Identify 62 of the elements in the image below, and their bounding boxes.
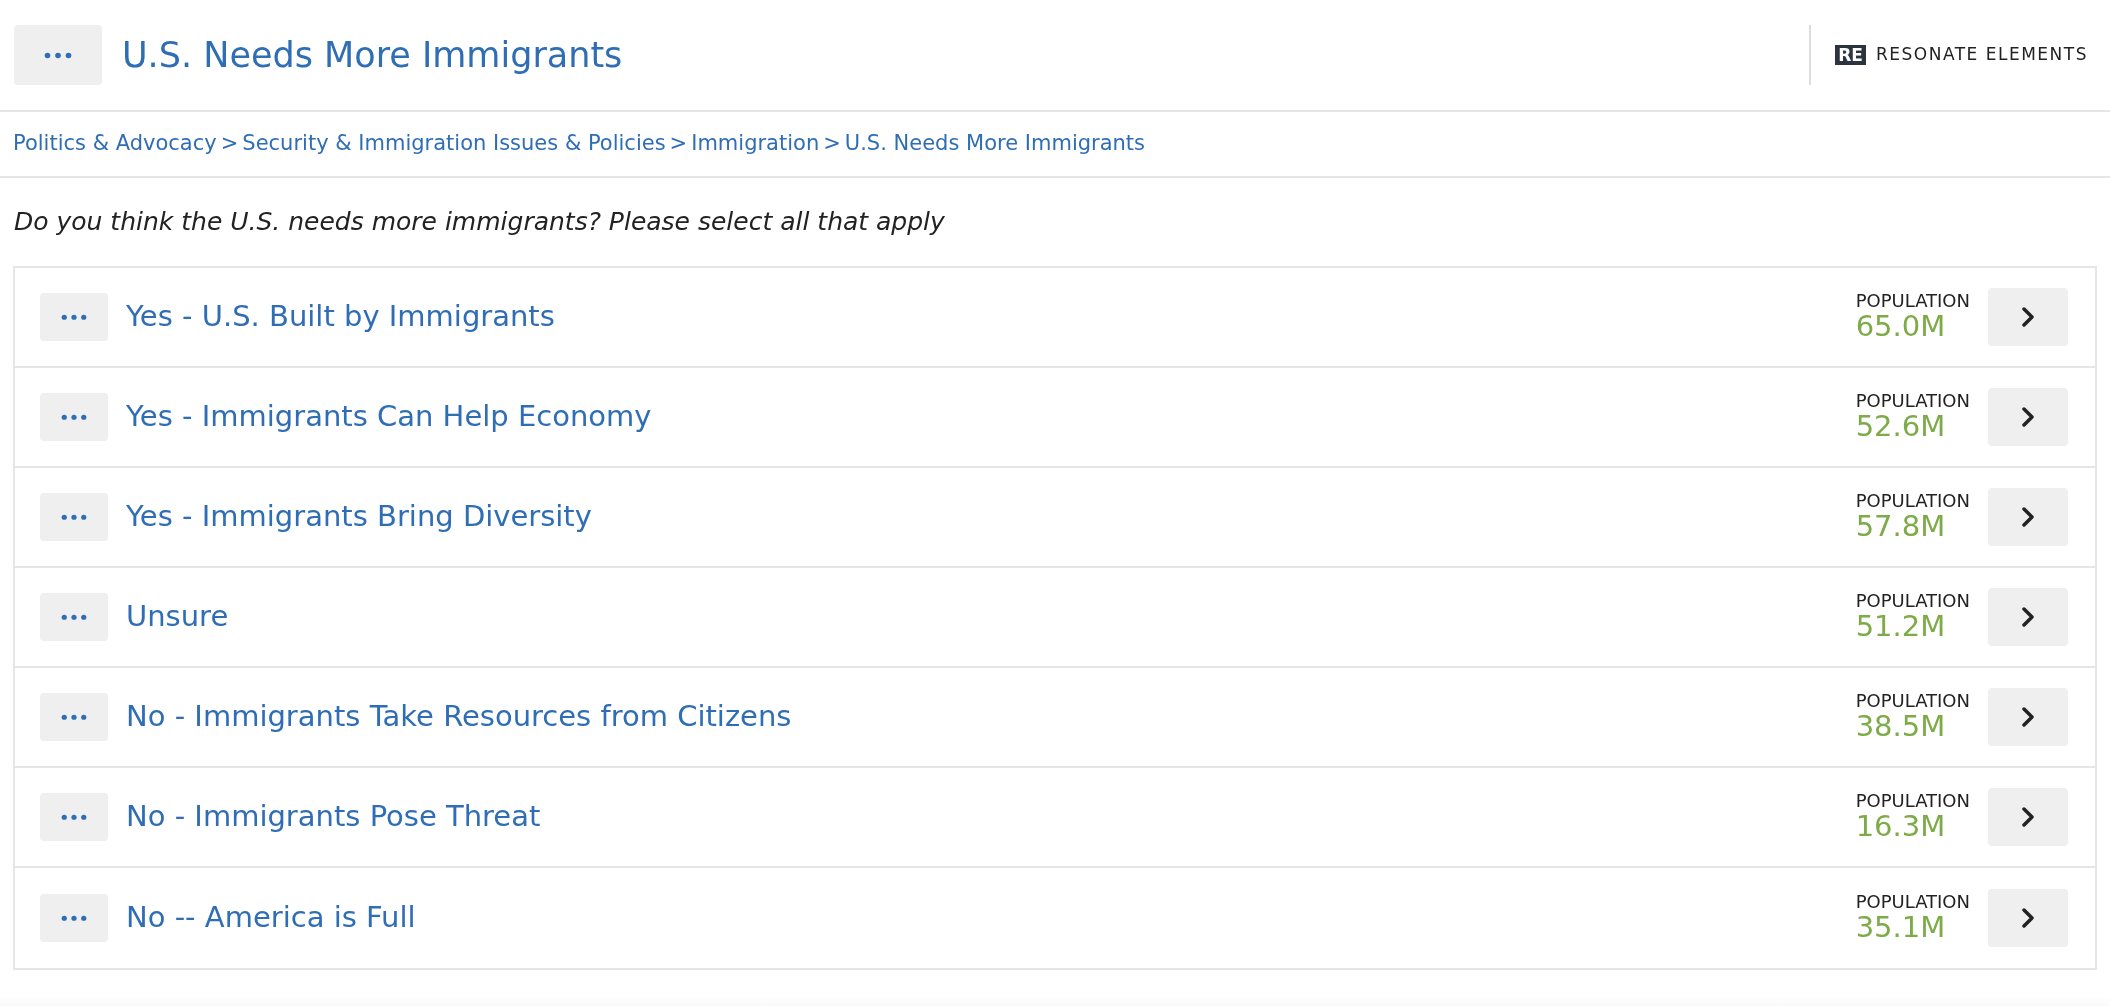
open-button[interactable] [1988,288,2068,346]
chevron-right-icon [2021,706,2035,728]
stat-value: 65.0M [1855,310,1947,343]
logo-mark: RE [1835,44,1866,66]
answer-link[interactable]: No -- America is Full [126,896,1856,940]
open-button[interactable] [1988,889,2068,947]
open-button[interactable] [1988,588,2068,646]
stat-label: POPULATION [1855,892,1970,912]
open-button[interactable] [1988,488,2068,546]
answer-link[interactable]: Yes - U.S. Built by Immigrants [126,295,1856,339]
more-icon [61,713,87,721]
breadcrumb-separator: > [220,130,239,158]
more-button[interactable] [40,293,108,341]
stat-value: 38.5M [1855,710,1947,743]
chevron-right-icon [2021,907,2035,929]
more-button[interactable] [40,393,108,441]
question-text: Do you think the U.S. needs more immigrants? Please select all that apply [14,206,945,239]
chevron-right-icon [2021,306,2035,328]
more-icon [61,413,87,421]
open-button[interactable] [1988,388,2068,446]
breadcrumb-separator: > [823,130,841,158]
stat-value: 35.1M [1855,911,1947,944]
answer-link[interactable]: Yes - Immigrants Can Help Economy [126,395,1856,439]
breadcrumb-separator: > [669,130,688,158]
stat-value: 51.2M [1855,610,1947,643]
open-button[interactable] [1988,688,2068,746]
more-icon [61,813,87,821]
chevron-right-icon [2021,406,2035,428]
more-icon [61,513,87,521]
answer-link[interactable]: Yes - Immigrants Bring Diversity [126,495,1856,539]
answer-link[interactable]: No - Immigrants Take Resources from Citizens [126,695,1856,739]
stat-label: POPULATION [1855,291,1970,311]
stat-value: 57.8M [1855,510,1947,543]
stat-value: 16.3M [1855,810,1947,843]
answer-link[interactable]: No - Immigrants Pose Threat [126,795,1856,839]
answer-link[interactable]: Unsure [126,595,1856,639]
chevron-right-icon [2021,606,2035,628]
more-button[interactable] [40,894,108,942]
breadcrumb-link[interactable]: Immigration [691,128,820,160]
breadcrumb-link[interactable]: Security & Immigration Issues & Policies [242,128,666,160]
chevron-right-icon [2021,806,2035,828]
stat-label: POPULATION [1855,391,1970,411]
open-button[interactable] [1988,788,2068,846]
more-button[interactable] [40,593,108,641]
stat-label: POPULATION [1855,791,1970,811]
page-title: U.S. Needs More Immigrants [122,33,624,77]
more-button[interactable] [40,493,108,541]
more-icon [61,914,87,922]
stat-label: POPULATION [1855,591,1970,611]
breadcrumb-link[interactable]: U.S. Needs More Immigrants [844,128,1146,160]
more-icon [61,613,87,621]
more-button[interactable] [14,25,102,85]
more-button[interactable] [40,693,108,741]
stat-label: POPULATION [1855,491,1970,511]
more-button[interactable] [40,793,108,841]
chevron-right-icon [2021,506,2035,528]
logo-text: RESONATE ELEMENTS [1875,43,2088,67]
stat-value: 52.6M [1855,410,1947,443]
breadcrumb-link[interactable]: Politics & Advocacy [13,128,217,160]
stat-label: POPULATION [1855,691,1970,711]
more-icon [44,51,72,59]
more-icon [61,313,87,321]
